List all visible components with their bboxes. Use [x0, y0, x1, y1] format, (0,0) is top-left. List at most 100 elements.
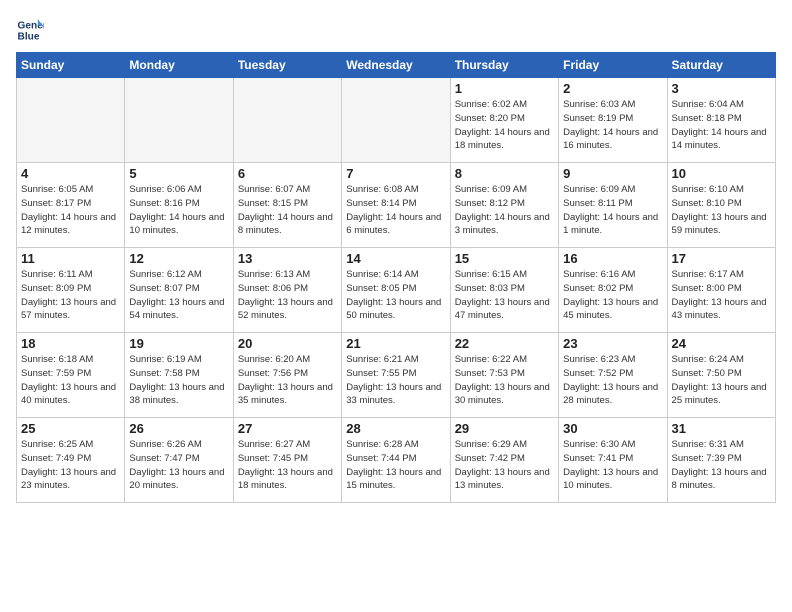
calendar-cell: 16 Sunrise: 6:16 AM Sunset: 8:02 PM Dayli…	[559, 248, 667, 333]
calendar-cell: 24 Sunrise: 6:24 AM Sunset: 7:50 PM Dayli…	[667, 333, 775, 418]
calendar-cell: 29Sunrise: 6:29 AM Sunset: 7:42 PM Dayli…	[450, 418, 558, 503]
day-number: 13	[238, 251, 337, 266]
day-number: 21	[346, 336, 445, 351]
weekday-header-saturday: Saturday	[667, 53, 775, 78]
day-info: Sunrise: 6:11 AM Sunset: 8:09 PM Dayligh…	[21, 268, 120, 323]
day-info: Sunrise: 6:19 AM Sunset: 7:58 PM Dayligh…	[129, 353, 228, 408]
day-info: Sunrise: 6:25 AM Sunset: 7:49 PM Dayligh…	[21, 438, 120, 493]
calendar-cell: 20 Sunrise: 6:20 AM Sunset: 7:56 PM Dayli…	[233, 333, 341, 418]
weekday-header-thursday: Thursday	[450, 53, 558, 78]
day-number: 20	[238, 336, 337, 351]
day-number: 14	[346, 251, 445, 266]
day-info: Sunrise: 6:16 AM Sunset: 8:02 PM Dayligh…	[563, 268, 662, 323]
day-number: 17	[672, 251, 771, 266]
calendar-cell: 3Sunrise: 6:04 AM Sunset: 8:18 PM Daylig…	[667, 78, 775, 163]
day-number: 9	[563, 166, 662, 181]
weekday-header-monday: Monday	[125, 53, 233, 78]
day-info: Sunrise: 6:13 AM Sunset: 8:06 PM Dayligh…	[238, 268, 337, 323]
calendar-cell: 19 Sunrise: 6:19 AM Sunset: 7:58 PM Dayli…	[125, 333, 233, 418]
day-number: 16	[563, 251, 662, 266]
day-info: Sunrise: 6:26 AM Sunset: 7:47 PM Dayligh…	[129, 438, 228, 493]
calendar-cell	[17, 78, 125, 163]
weekday-header-row: SundayMondayTuesdayWednesdayThursdayFrid…	[17, 53, 776, 78]
day-info: Sunrise: 6:14 AM Sunset: 8:05 PM Dayligh…	[346, 268, 445, 323]
day-number: 22	[455, 336, 554, 351]
weekday-header-tuesday: Tuesday	[233, 53, 341, 78]
calendar-cell: 9 Sunrise: 6:09 AM Sunset: 8:11 PM Daylig…	[559, 163, 667, 248]
calendar-cell: 1Sunrise: 6:02 AM Sunset: 8:20 PM Daylig…	[450, 78, 558, 163]
day-info: Sunrise: 6:31 AM Sunset: 7:39 PM Dayligh…	[672, 438, 771, 493]
day-info: Sunrise: 6:10 AM Sunset: 8:10 PM Dayligh…	[672, 183, 771, 238]
calendar-cell: 21 Sunrise: 6:21 AM Sunset: 7:55 PM Dayli…	[342, 333, 450, 418]
header: General Blue	[16, 16, 776, 44]
day-number: 24	[672, 336, 771, 351]
weekday-header-wednesday: Wednesday	[342, 53, 450, 78]
calendar-cell: 2 Sunrise: 6:03 AM Sunset: 8:19 PM Daylig…	[559, 78, 667, 163]
day-info: Sunrise: 6:09 AM Sunset: 8:12 PM Dayligh…	[455, 183, 554, 238]
calendar-cell: 6Sunrise: 6:07 AM Sunset: 8:15 PM Daylig…	[233, 163, 341, 248]
calendar-cell	[342, 78, 450, 163]
day-number: 7	[346, 166, 445, 181]
day-number: 26	[129, 421, 228, 436]
day-number: 18	[21, 336, 120, 351]
calendar-cell: 11 Sunrise: 6:11 AM Sunset: 8:09 PM Dayli…	[17, 248, 125, 333]
day-number: 27	[238, 421, 337, 436]
calendar-cell: 22Sunrise: 6:22 AM Sunset: 7:53 PM Dayli…	[450, 333, 558, 418]
day-info: Sunrise: 6:07 AM Sunset: 8:15 PM Dayligh…	[238, 183, 337, 238]
day-info: Sunrise: 6:21 AM Sunset: 7:55 PM Dayligh…	[346, 353, 445, 408]
svg-text:Blue: Blue	[18, 31, 40, 42]
day-number: 8	[455, 166, 554, 181]
calendar-cell: 30 Sunrise: 6:30 AM Sunset: 7:41 PM Dayli…	[559, 418, 667, 503]
day-info: Sunrise: 6:08 AM Sunset: 8:14 PM Dayligh…	[346, 183, 445, 238]
calendar-cell: 15 Sunrise: 6:15 AM Sunset: 8:03 PM Dayli…	[450, 248, 558, 333]
calendar-cell: 10 Sunrise: 6:10 AM Sunset: 8:10 PM Dayli…	[667, 163, 775, 248]
calendar-cell: 12 Sunrise: 6:12 AM Sunset: 8:07 PM Dayli…	[125, 248, 233, 333]
day-number: 12	[129, 251, 228, 266]
day-info: Sunrise: 6:09 AM Sunset: 8:11 PM Dayligh…	[563, 183, 662, 238]
day-number: 23	[563, 336, 662, 351]
day-info: Sunrise: 6:23 AM Sunset: 7:52 PM Dayligh…	[563, 353, 662, 408]
day-number: 10	[672, 166, 771, 181]
day-info: Sunrise: 6:28 AM Sunset: 7:44 PM Dayligh…	[346, 438, 445, 493]
day-number: 11	[21, 251, 120, 266]
day-info: Sunrise: 6:04 AM Sunset: 8:18 PM Dayligh…	[672, 98, 771, 153]
day-number: 19	[129, 336, 228, 351]
day-number: 4	[21, 166, 120, 181]
day-info: Sunrise: 6:30 AM Sunset: 7:41 PM Dayligh…	[563, 438, 662, 493]
calendar-cell: 8 Sunrise: 6:09 AM Sunset: 8:12 PM Daylig…	[450, 163, 558, 248]
calendar-cell: 23 Sunrise: 6:23 AM Sunset: 7:52 PM Dayli…	[559, 333, 667, 418]
day-number: 28	[346, 421, 445, 436]
calendar-cell	[233, 78, 341, 163]
calendar-cell: 26 Sunrise: 6:26 AM Sunset: 7:47 PM Dayli…	[125, 418, 233, 503]
day-number: 15	[455, 251, 554, 266]
day-info: Sunrise: 6:27 AM Sunset: 7:45 PM Dayligh…	[238, 438, 337, 493]
week-row-5: 25 Sunrise: 6:25 AM Sunset: 7:49 PM Dayli…	[17, 418, 776, 503]
calendar-cell: 18Sunrise: 6:18 AM Sunset: 7:59 PM Dayli…	[17, 333, 125, 418]
day-number: 25	[21, 421, 120, 436]
calendar-cell: 31Sunrise: 6:31 AM Sunset: 7:39 PM Dayli…	[667, 418, 775, 503]
calendar-cell: 7 Sunrise: 6:08 AM Sunset: 8:14 PM Daylig…	[342, 163, 450, 248]
day-info: Sunrise: 6:15 AM Sunset: 8:03 PM Dayligh…	[455, 268, 554, 323]
day-info: Sunrise: 6:20 AM Sunset: 7:56 PM Dayligh…	[238, 353, 337, 408]
weekday-header-sunday: Sunday	[17, 53, 125, 78]
day-number: 5	[129, 166, 228, 181]
day-info: Sunrise: 6:06 AM Sunset: 8:16 PM Dayligh…	[129, 183, 228, 238]
logo: General Blue	[16, 16, 44, 44]
calendar-cell: 17Sunrise: 6:17 AM Sunset: 8:00 PM Dayli…	[667, 248, 775, 333]
week-row-4: 18Sunrise: 6:18 AM Sunset: 7:59 PM Dayli…	[17, 333, 776, 418]
day-number: 30	[563, 421, 662, 436]
calendar-cell: 25 Sunrise: 6:25 AM Sunset: 7:49 PM Dayli…	[17, 418, 125, 503]
calendar-body: 1Sunrise: 6:02 AM Sunset: 8:20 PM Daylig…	[17, 78, 776, 503]
day-number: 2	[563, 81, 662, 96]
calendar-cell: 4Sunrise: 6:05 AM Sunset: 8:17 PM Daylig…	[17, 163, 125, 248]
calendar-cell: 5 Sunrise: 6:06 AM Sunset: 8:16 PM Daylig…	[125, 163, 233, 248]
week-row-2: 4Sunrise: 6:05 AM Sunset: 8:17 PM Daylig…	[17, 163, 776, 248]
calendar-cell: 27 Sunrise: 6:27 AM Sunset: 7:45 PM Dayli…	[233, 418, 341, 503]
week-row-3: 11 Sunrise: 6:11 AM Sunset: 8:09 PM Dayli…	[17, 248, 776, 333]
day-info: Sunrise: 6:12 AM Sunset: 8:07 PM Dayligh…	[129, 268, 228, 323]
day-number: 29	[455, 421, 554, 436]
day-info: Sunrise: 6:02 AM Sunset: 8:20 PM Dayligh…	[455, 98, 554, 153]
calendar-cell	[125, 78, 233, 163]
day-info: Sunrise: 6:03 AM Sunset: 8:19 PM Dayligh…	[563, 98, 662, 153]
day-info: Sunrise: 6:24 AM Sunset: 7:50 PM Dayligh…	[672, 353, 771, 408]
